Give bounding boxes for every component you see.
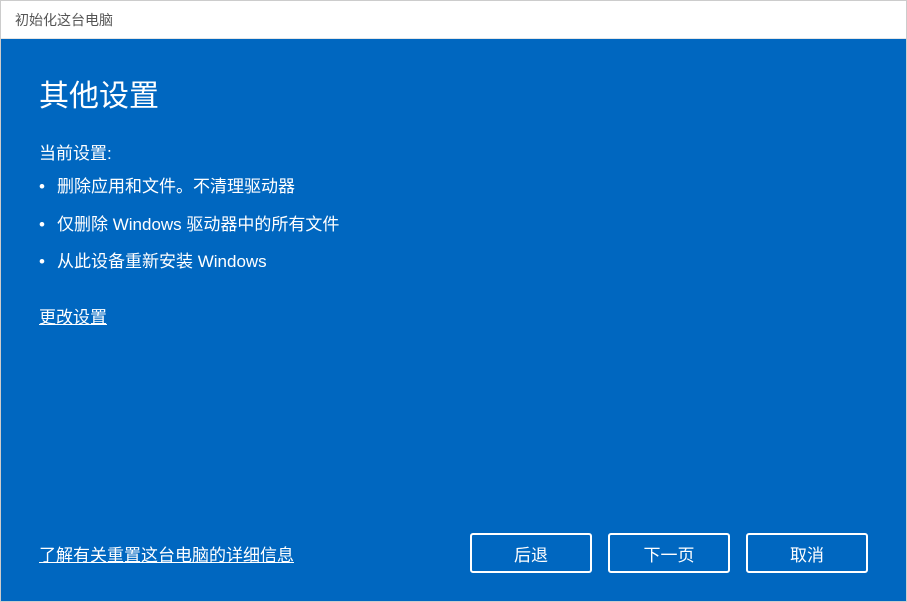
current-settings-label: 当前设置: (39, 139, 868, 164)
cancel-button[interactable]: 取消 (746, 533, 868, 573)
setting-item: 从此设备重新安装 Windows (39, 249, 868, 275)
button-group: 后退 下一页 取消 (470, 533, 868, 573)
reset-pc-dialog: 初始化这台电脑 其他设置 当前设置: 删除应用和文件。不清理驱动器 仅删除 Wi… (0, 0, 907, 602)
change-settings-link[interactable]: 更改设置 (39, 303, 107, 328)
page-heading: 其他设置 (39, 71, 868, 115)
back-button[interactable]: 后退 (470, 533, 592, 573)
setting-item: 仅删除 Windows 驱动器中的所有文件 (39, 212, 868, 238)
window-title: 初始化这台电脑 (15, 10, 113, 30)
titlebar: 初始化这台电脑 (1, 1, 906, 39)
dialog-content: 其他设置 当前设置: 删除应用和文件。不清理驱动器 仅删除 Windows 驱动… (1, 39, 906, 601)
next-button[interactable]: 下一页 (608, 533, 730, 573)
settings-list: 删除应用和文件。不清理驱动器 仅删除 Windows 驱动器中的所有文件 从此设… (39, 174, 868, 287)
dialog-footer: 了解有关重置这台电脑的详细信息 后退 下一页 取消 (39, 533, 868, 573)
setting-item: 删除应用和文件。不清理驱动器 (39, 174, 868, 200)
learn-more-link[interactable]: 了解有关重置这台电脑的详细信息 (39, 541, 294, 566)
